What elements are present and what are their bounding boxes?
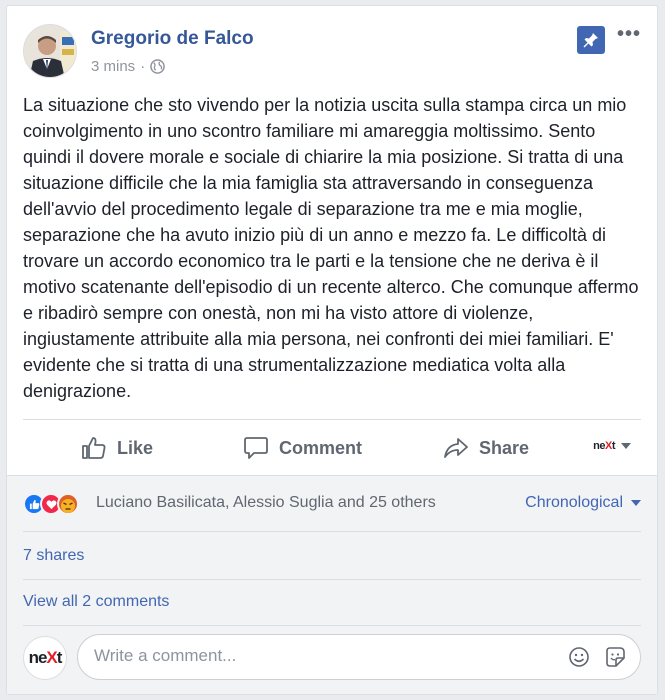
angry-reaction-icon — [57, 493, 79, 515]
shares-link[interactable]: 7 shares — [23, 547, 84, 565]
like-label: Like — [117, 437, 154, 458]
post-meta: 3 mins · — [91, 58, 165, 75]
shares-row: 7 shares — [23, 532, 641, 580]
next-logo-x: X — [604, 440, 612, 452]
comment-input-box[interactable] — [77, 634, 641, 680]
reactions-row: Luciano Basilicata, Alessio Suglia and 2… — [23, 476, 641, 532]
globe-icon[interactable] — [150, 59, 165, 74]
pin-icon — [583, 33, 598, 48]
author-name[interactable]: Gregorio de Falco — [91, 28, 254, 50]
post-footer: Luciano Basilicata, Alessio Suglia and 2… — [7, 475, 657, 694]
comment-bubble-icon — [244, 437, 268, 459]
pin-button[interactable] — [577, 26, 605, 54]
next-logo-t: t — [611, 440, 616, 452]
next-page-logo: neXt — [593, 440, 615, 452]
comment-composer: ne Xt — [23, 634, 641, 682]
chevron-down-icon — [621, 443, 631, 449]
post-as-page-selector[interactable]: neXt — [593, 440, 631, 452]
post-header: Gregorio de Falco 3 mins · ••• — [23, 24, 641, 84]
reaction-names[interactable]: Luciano Basilicata, Alessio Suglia and 2… — [96, 494, 436, 512]
more-options-button[interactable]: ••• — [617, 24, 641, 44]
sort-selector[interactable]: Chronological — [525, 494, 641, 512]
share-label: Share — [479, 437, 530, 458]
next-logo-ne: ne — [593, 440, 605, 452]
like-button[interactable]: Like — [81, 436, 153, 460]
comment-input[interactable] — [94, 646, 534, 666]
meta-separator: · — [140, 58, 146, 75]
author-avatar[interactable] — [23, 24, 77, 78]
share-arrow-icon — [444, 438, 468, 458]
author-photo-icon — [24, 25, 76, 77]
sort-label: Chronological — [525, 494, 623, 511]
avatar-logo-ne: ne — [28, 648, 48, 667]
view-comments-row: View all 2 comments — [23, 580, 641, 626]
facebook-post: Gregorio de Falco 3 mins · ••• La situaz… — [6, 5, 658, 695]
share-button[interactable]: Share — [443, 436, 529, 460]
commenter-avatar[interactable]: ne Xt — [23, 636, 67, 680]
chevron-down-icon — [631, 500, 641, 506]
emoji-icon[interactable] — [568, 646, 590, 668]
reaction-icons[interactable] — [23, 493, 79, 515]
avatar-logo-t: t — [56, 648, 63, 667]
post-time[interactable]: 3 mins — [91, 58, 135, 75]
comment-label: Comment — [279, 437, 363, 458]
post-body: La situazione che sto vivendo per la not… — [23, 95, 639, 401]
avatar-logo-x: X — [46, 648, 57, 667]
sticker-icon[interactable] — [604, 646, 626, 668]
view-all-comments-link[interactable]: View all 2 comments — [23, 593, 169, 611]
thumbs-up-icon — [82, 437, 106, 459]
action-bar: Like Comment Share neXt — [23, 419, 641, 475]
comment-button[interactable]: Comment — [243, 436, 362, 460]
